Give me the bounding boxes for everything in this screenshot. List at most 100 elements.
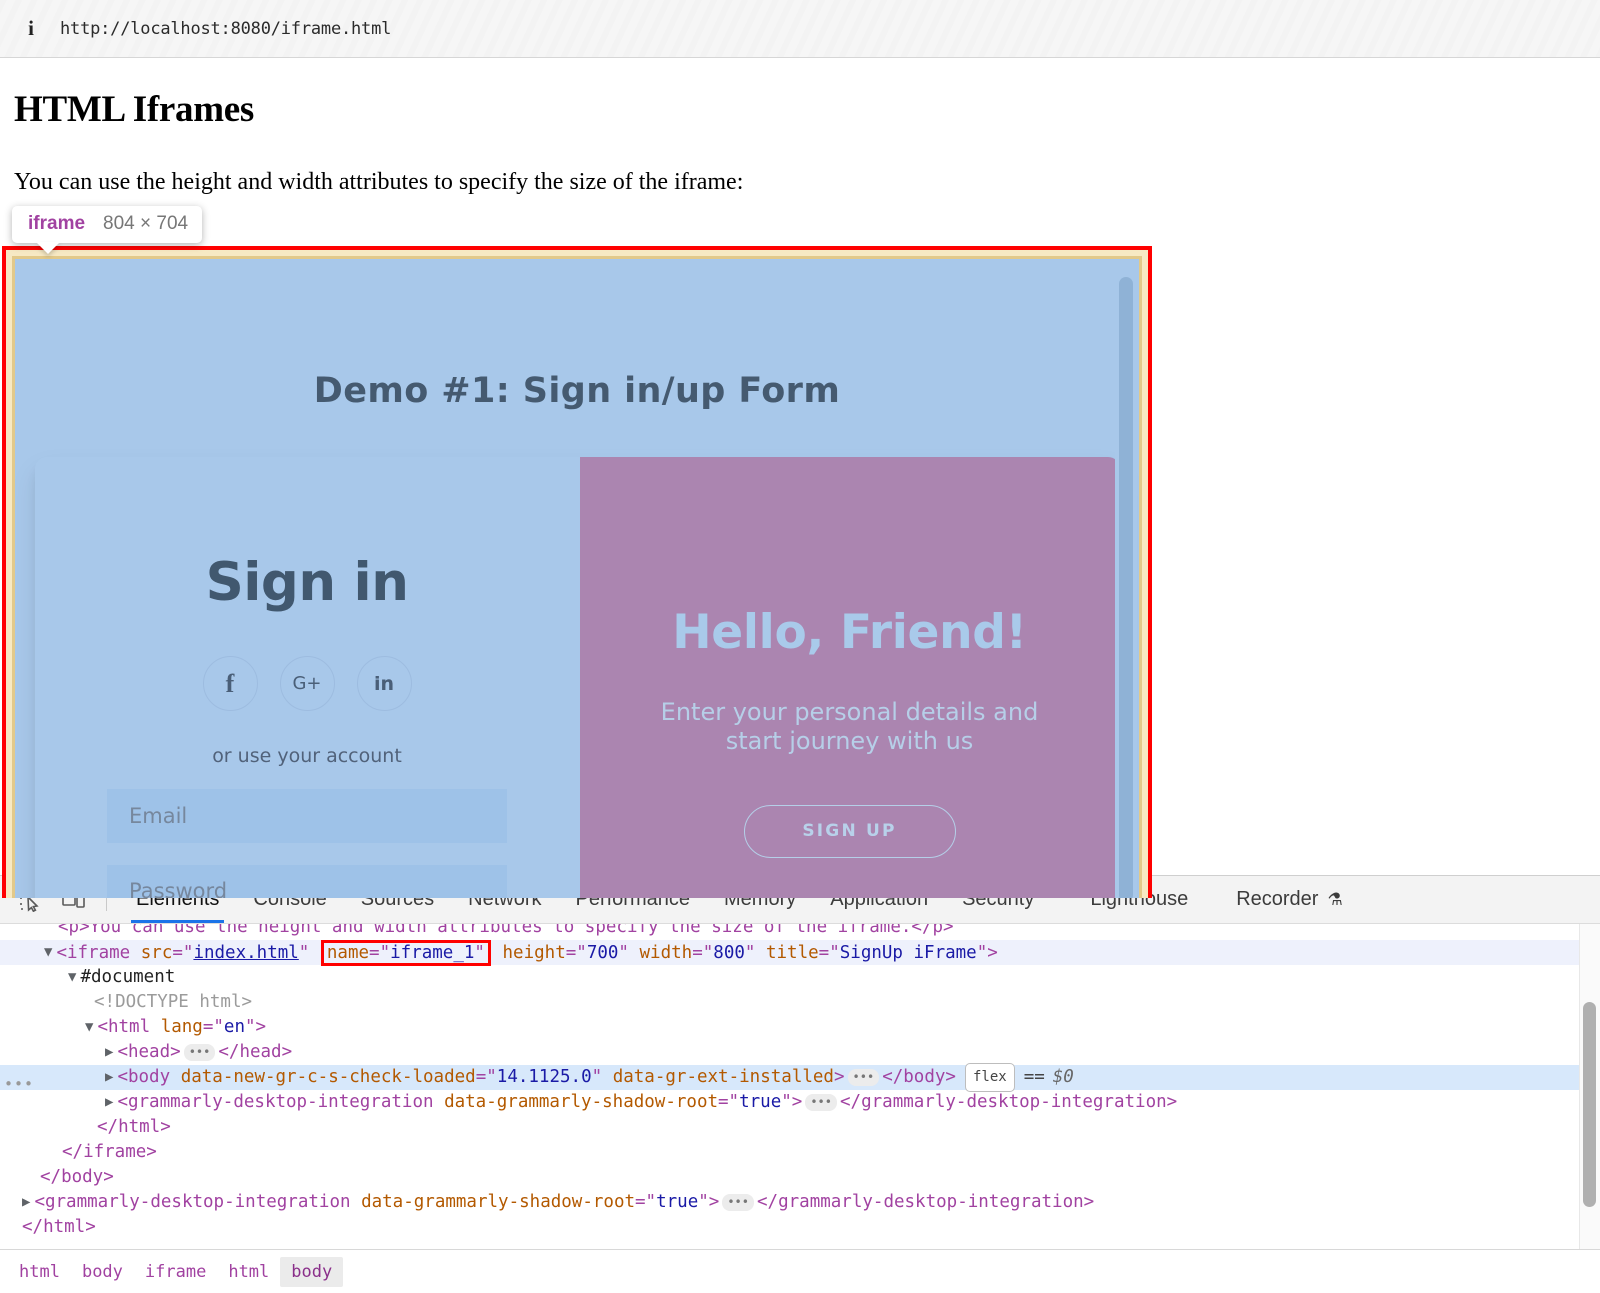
url-text[interactable]: http://localhost:8080/iframe.html bbox=[60, 19, 391, 39]
expand-triangle-icon[interactable]: ▼ bbox=[68, 965, 76, 990]
dom-value-grammarly-shadow-root[interactable]: true bbox=[739, 1092, 781, 1112]
dom-attr-src[interactable]: src bbox=[141, 943, 173, 963]
dom-head-close: </head> bbox=[218, 1042, 292, 1062]
dom-value-lang[interactable]: en bbox=[224, 1017, 245, 1037]
signup-button[interactable]: SIGN UP bbox=[744, 805, 956, 858]
dom-attr-width[interactable]: width bbox=[640, 943, 693, 963]
overlay-title: Hello, Friend! bbox=[672, 605, 1027, 660]
expand-triangle-icon[interactable]: ▼ bbox=[44, 940, 52, 965]
dom-clipped-text: <p>You can use the height and width attr… bbox=[58, 924, 954, 940]
collapsed-children-ellipsis[interactable]: ••• bbox=[184, 1044, 216, 1061]
dom-grammarly-tag: grammarly-desktop-integration bbox=[128, 1092, 434, 1112]
overlay-subtitle: Enter your personal details and start jo… bbox=[635, 698, 1065, 757]
dom-line-grammarly-outer[interactable]: ▶ <grammarly-desktop-integration data-gr… bbox=[0, 1190, 1600, 1215]
dom-line-html-open[interactable]: ▼ <html lang="en"> bbox=[0, 1015, 1600, 1040]
dom-grammarly-close-tag-outer: grammarly-desktop-integration bbox=[778, 1192, 1084, 1212]
dom-html-close: </html> bbox=[97, 1115, 171, 1140]
breadcrumb-item-html-inner[interactable]: html bbox=[217, 1257, 280, 1287]
dom-iframe-close: </iframe> bbox=[62, 1140, 157, 1165]
dom-value-name: iframe_1 bbox=[390, 943, 474, 963]
dom-line-body-close[interactable]: </body> bbox=[0, 1165, 1600, 1190]
dom-grammarly-close-tag: grammarly-desktop-integration bbox=[861, 1092, 1167, 1112]
iframe-scrollbar-thumb[interactable] bbox=[1119, 277, 1133, 898]
dom-iframe-markup: <iframe src="index.html" name="iframe_1"… bbox=[56, 940, 997, 966]
signin-signup-card: Sign in f G+ in or use your account Forg… bbox=[35, 457, 1120, 898]
dom-value-src[interactable]: index.html bbox=[193, 943, 298, 963]
dom-value-height[interactable]: 700 bbox=[587, 943, 619, 963]
dom-doctype: <!DOCTYPE html> bbox=[94, 990, 252, 1015]
highlighted-name-attribute[interactable]: name="iframe_1" bbox=[321, 940, 491, 966]
dom-html-close-outer: </html> bbox=[22, 1215, 96, 1240]
dom-value-gr-check-loaded[interactable]: 14.1125.0 bbox=[497, 1067, 592, 1087]
dom-body-tag: body bbox=[128, 1067, 170, 1087]
collapse-triangle-icon[interactable]: ▶ bbox=[105, 1040, 113, 1065]
dom-tree[interactable]: <p>You can use the height and width attr… bbox=[0, 924, 1600, 1249]
email-field[interactable] bbox=[107, 789, 507, 843]
or-use-account-label: or use your account bbox=[212, 745, 402, 767]
dom-value-grammarly-shadow-root-outer[interactable]: true bbox=[656, 1192, 698, 1212]
collapsed-children-ellipsis[interactable]: ••• bbox=[848, 1069, 880, 1086]
signin-title: Sign in bbox=[206, 552, 409, 613]
collapsed-children-ellipsis[interactable]: ••• bbox=[805, 1094, 837, 1111]
dom-dollar-zero: $0 bbox=[1053, 1065, 1074, 1090]
dom-line-document[interactable]: ▼ #document bbox=[0, 965, 1600, 990]
breadcrumb-item-body-inner[interactable]: body bbox=[280, 1257, 343, 1287]
breadcrumb-item-body[interactable]: body bbox=[71, 1257, 134, 1287]
dom-line-body[interactable]: ••• ▶ <body data-new-gr-c-s-check-loaded… bbox=[0, 1065, 1600, 1090]
dom-line-head[interactable]: ▶ <head>•••</head> bbox=[0, 1040, 1600, 1065]
facebook-icon[interactable]: f bbox=[203, 656, 258, 711]
dom-attr-title[interactable]: title bbox=[766, 943, 819, 963]
demo-heading: Demo #1: Sign in/up Form bbox=[15, 259, 1139, 411]
site-info-icon[interactable]: i bbox=[18, 16, 44, 42]
web-page-viewport: HTML Iframes You can use the height and … bbox=[0, 58, 1600, 898]
browser-url-bar: i http://localhost:8080/iframe.html bbox=[0, 0, 1600, 58]
dom-line-iframe[interactable]: ▼ <iframe src="index.html" name="iframe_… bbox=[0, 940, 1600, 965]
inspector-tooltip-dimensions: 804 × 704 bbox=[103, 213, 188, 235]
tab-label: Recorder bbox=[1236, 888, 1318, 911]
collapse-triangle-icon[interactable]: ▶ bbox=[105, 1065, 113, 1090]
overlay-panel: Hello, Friend! Enter your personal detai… bbox=[580, 457, 1120, 898]
dom-attr-height[interactable]: height bbox=[503, 943, 566, 963]
linkedin-icon[interactable]: in bbox=[357, 656, 412, 711]
dom-grammarly-tag-outer: grammarly-desktop-integration bbox=[45, 1192, 351, 1212]
dom-line-html-close-outer[interactable]: </html> bbox=[0, 1215, 1600, 1240]
page-title: HTML Iframes bbox=[14, 88, 1600, 131]
signin-panel: Sign in f G+ in or use your account Forg… bbox=[35, 457, 580, 898]
dom-line-grammarly-inner[interactable]: ▶ <grammarly-desktop-integration data-gr… bbox=[0, 1090, 1600, 1115]
inspector-tooltip: iframe 804 × 704 bbox=[12, 206, 202, 243]
dom-document-label: #document bbox=[80, 965, 175, 990]
password-field[interactable] bbox=[107, 865, 507, 899]
dom-line-paragraph[interactable]: <p>You can use the height and width attr… bbox=[0, 924, 1600, 940]
dom-value-title[interactable]: SignUp iFrame bbox=[840, 943, 977, 963]
dom-iframe-tag: iframe bbox=[67, 943, 130, 963]
dom-attr-grammarly-shadow-root[interactable]: data-grammarly-shadow-root bbox=[444, 1092, 718, 1112]
collapsed-children-ellipsis[interactable]: ••• bbox=[722, 1194, 754, 1211]
breadcrumb: html body iframe html body bbox=[0, 1249, 1600, 1293]
iframe-vertical-scrollbar[interactable] bbox=[1115, 259, 1137, 898]
breadcrumb-item-html[interactable]: html bbox=[8, 1257, 71, 1287]
dom-attr-gr-check-loaded[interactable]: data-new-gr-c-s-check-loaded bbox=[181, 1067, 476, 1087]
google-plus-icon[interactable]: G+ bbox=[280, 656, 335, 711]
dom-body-close: </body> bbox=[882, 1067, 956, 1087]
tab-recorder[interactable]: Recorder ⚗ bbox=[1219, 876, 1360, 923]
dom-html-tag: html bbox=[108, 1017, 150, 1037]
devtools-panel: Elements Console Sources Network Perform… bbox=[0, 875, 1600, 1293]
page-paragraph: You can use the height and width attribu… bbox=[14, 169, 1600, 196]
dom-line-doctype[interactable]: <!DOCTYPE html> bbox=[0, 990, 1600, 1015]
dom-head-tag: head bbox=[128, 1042, 170, 1062]
breadcrumb-item-iframe[interactable]: iframe bbox=[134, 1257, 217, 1287]
dom-value-width[interactable]: 800 bbox=[713, 943, 745, 963]
dom-attr-lang[interactable]: lang bbox=[161, 1017, 203, 1037]
dom-tree-scrollbar-thumb[interactable] bbox=[1583, 1002, 1596, 1207]
dom-line-iframe-close[interactable]: </iframe> bbox=[0, 1140, 1600, 1165]
collapse-triangle-icon[interactable]: ▶ bbox=[105, 1090, 113, 1115]
flex-badge[interactable]: flex bbox=[965, 1063, 1015, 1092]
expand-triangle-icon[interactable]: ▼ bbox=[85, 1015, 93, 1040]
inspected-iframe[interactable]: Demo #1: Sign in/up Form Sign in f G+ in… bbox=[6, 250, 1148, 898]
dom-attr-gr-ext-installed[interactable]: data-gr-ext-installed bbox=[613, 1067, 834, 1087]
collapse-triangle-icon[interactable]: ▶ bbox=[22, 1190, 30, 1215]
inspector-tooltip-tag: iframe bbox=[28, 213, 85, 235]
flask-icon: ⚗ bbox=[1327, 890, 1342, 910]
dom-attr-grammarly-shadow-root-outer[interactable]: data-grammarly-shadow-root bbox=[361, 1192, 635, 1212]
dom-line-html-close-inner[interactable]: </html> bbox=[0, 1115, 1600, 1140]
